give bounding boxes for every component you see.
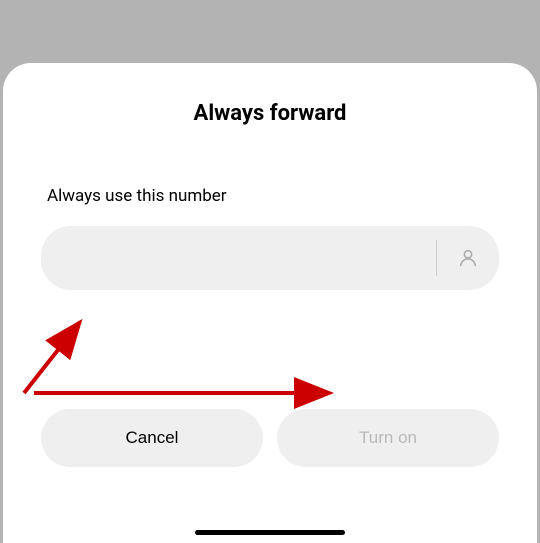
dialog-title: Always forward — [3, 101, 537, 126]
number-input-row — [41, 226, 499, 290]
dialog-modal: Always forward Always use this number Ca… — [3, 63, 537, 543]
dialog-button-row: Cancel Turn on — [41, 409, 499, 467]
person-icon — [457, 247, 479, 269]
field-label: Always use this number — [47, 186, 537, 206]
pick-contact-button[interactable] — [437, 226, 499, 290]
turn-on-button[interactable]: Turn on — [277, 409, 499, 467]
cancel-button[interactable]: Cancel — [41, 409, 263, 467]
number-input[interactable] — [41, 226, 436, 290]
home-indicator[interactable] — [195, 530, 345, 535]
